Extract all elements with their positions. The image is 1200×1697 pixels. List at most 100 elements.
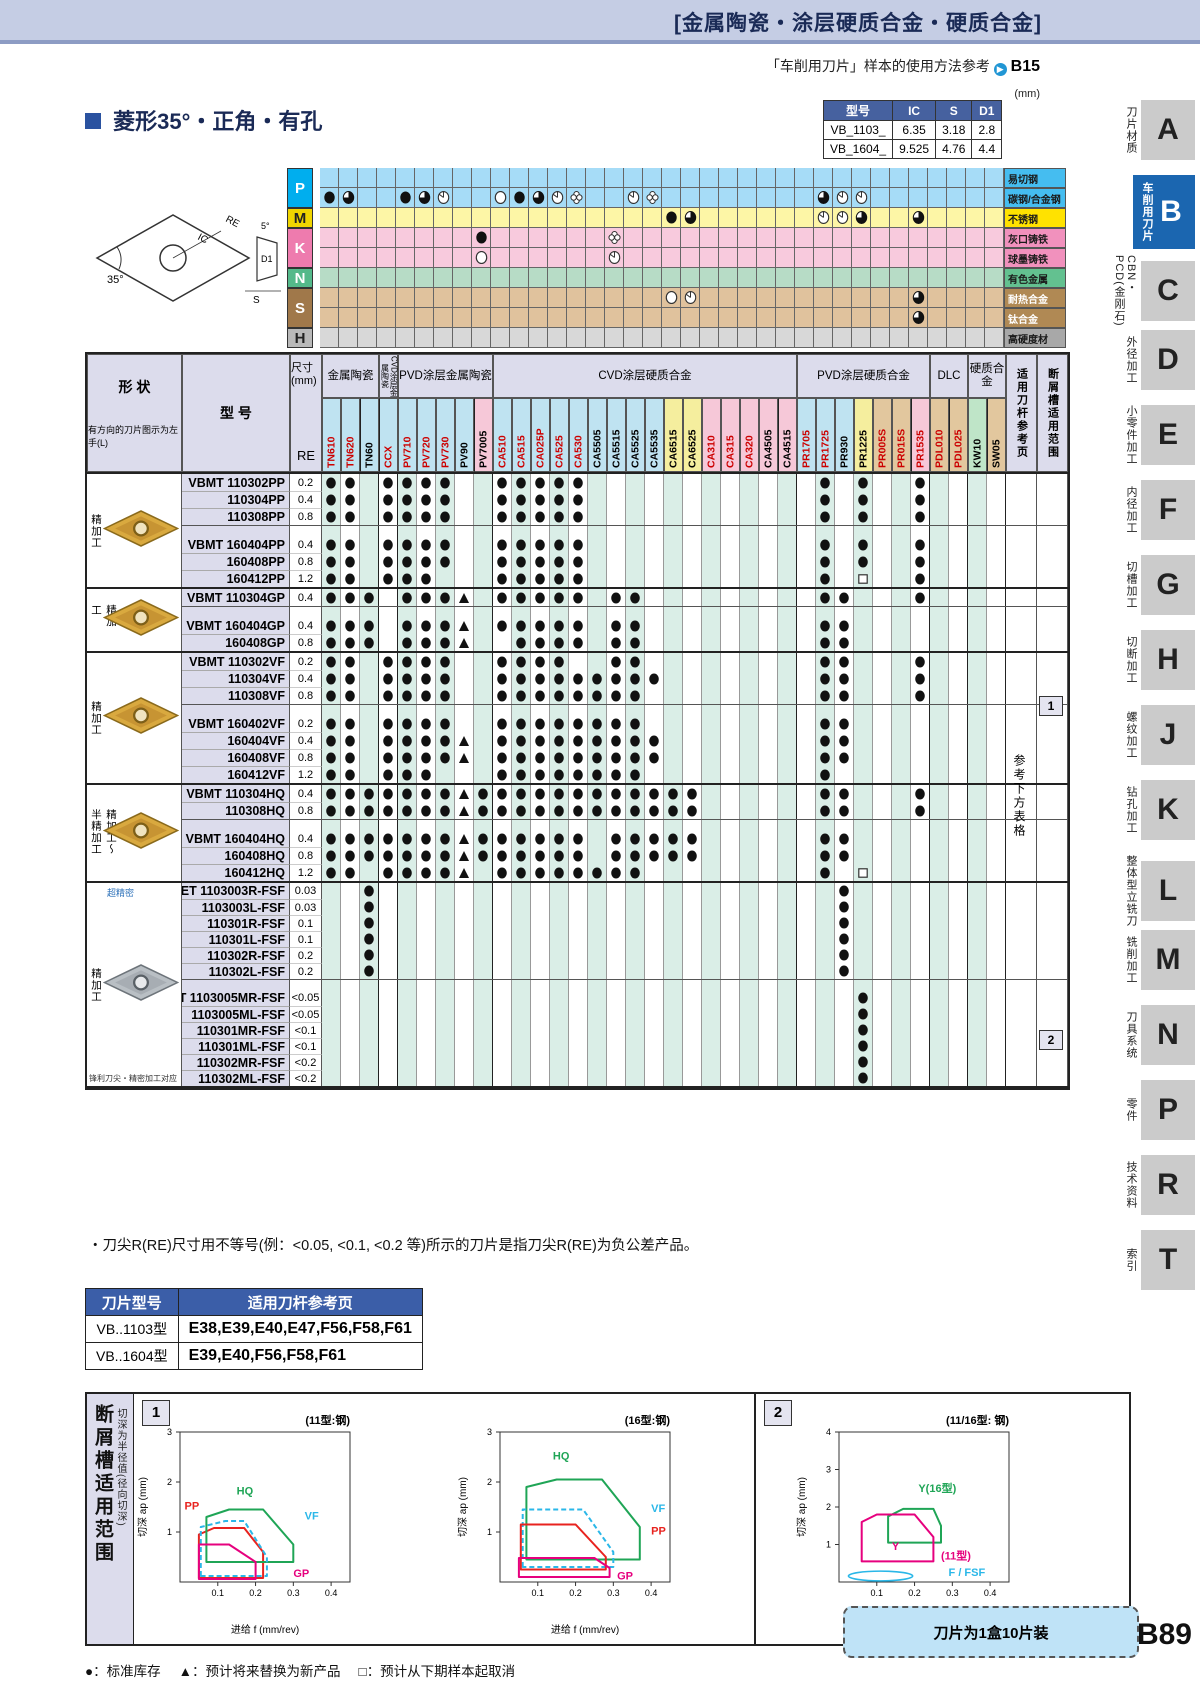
model-name[interactable]: 160408PP	[182, 553, 290, 570]
model-name[interactable]: VBMT 160404PP	[182, 536, 290, 553]
model-name[interactable]: VBMT 160404HQ	[182, 830, 290, 847]
mark-F	[649, 804, 659, 817]
sidebar-tab-L[interactable]: 整体型立铣刀 L	[1125, 855, 1195, 927]
model-name[interactable]: 110301MR-FSF	[182, 1022, 290, 1038]
model-name[interactable]: VBET 1103003R-FSF	[163, 883, 290, 899]
holder-pages[interactable]: E39,E40,F56,F58,F61	[177, 1342, 423, 1370]
model-name[interactable]: VBMT 160404GP	[182, 617, 290, 634]
model-name[interactable]: VBMT 110302PP	[182, 474, 290, 491]
model-name[interactable]: 110308HQ	[182, 802, 290, 819]
grade-cell	[360, 715, 379, 732]
grade-cell	[797, 653, 816, 670]
tab-label: 外径加工	[1125, 336, 1137, 384]
model-name[interactable]: 110301ML-FSF	[182, 1038, 290, 1054]
grade-cell	[398, 1054, 417, 1070]
sidebar-tab-N[interactable]: 刀具系统 N	[1125, 1005, 1195, 1065]
model-name[interactable]: 1103005ML-FSF	[182, 1006, 290, 1022]
grade-cell	[759, 653, 778, 670]
sidebar-tab-H[interactable]: 切断加工 H	[1125, 630, 1195, 690]
band-cell	[757, 228, 776, 248]
sidebar-tab-J[interactable]: 螺纹加工 J	[1125, 705, 1195, 765]
model-name[interactable]: 160412HQ	[182, 864, 290, 881]
grade-cell	[911, 990, 930, 1006]
grade-cell	[531, 749, 550, 766]
grade-cell	[835, 931, 854, 947]
holder-ref-cell	[1006, 847, 1037, 864]
grade-cell	[778, 687, 797, 704]
grade-cell	[759, 963, 778, 979]
sidebar-tab-G[interactable]: 切槽加工 G	[1125, 555, 1195, 615]
holder-pages[interactable]: E38,E39,E40,E47,F56,F58,F61	[177, 1315, 423, 1343]
grade-cell	[816, 915, 835, 931]
model-name[interactable]: 160412PP	[182, 570, 290, 587]
mark-F	[820, 555, 830, 568]
sidebar-tab-C[interactable]: CBN・PCD(金刚石) C	[1113, 255, 1195, 327]
model-name[interactable]: VBMT 160402VF	[182, 715, 290, 732]
mark-F	[535, 591, 545, 604]
sidebar-tab-P[interactable]: 零件 P	[1125, 1080, 1195, 1140]
grade-cell	[702, 1022, 721, 1038]
grade-cell	[531, 990, 550, 1006]
grade-cell	[664, 536, 683, 553]
mark-F	[535, 510, 545, 523]
model-name[interactable]: VBET 1103005MR-FSF	[153, 990, 290, 1006]
model-name[interactable]: VBMT 110304GP	[182, 589, 290, 606]
model-name[interactable]: 110301R-FSF	[182, 915, 290, 931]
sidebar-tab-M[interactable]: 铣削加工 M	[1125, 930, 1195, 990]
grade-cell	[873, 617, 892, 634]
grade-cell	[987, 963, 1006, 979]
model-name[interactable]: VBMT 110304HQ	[182, 785, 290, 802]
model-name[interactable]: 160412VF	[182, 766, 290, 783]
sidebar-tab-D[interactable]: 外径加工 D	[1125, 330, 1195, 390]
model-name[interactable]: 160404VF	[182, 732, 290, 749]
model-name[interactable]: 160408HQ	[182, 847, 290, 864]
re-value: 0.2	[290, 947, 322, 963]
sidebar-tab-T[interactable]: 索引 T	[1125, 1230, 1195, 1290]
grade-cell	[417, 1006, 436, 1022]
grade-cell	[778, 553, 797, 570]
grade-cell	[455, 1006, 474, 1022]
grade-cell	[797, 589, 816, 606]
model-name[interactable]: 110301L-FSF	[182, 931, 290, 947]
sidebar-tab-R[interactable]: 技术资料 R	[1125, 1155, 1195, 1215]
model-name[interactable]: 110304PP	[182, 491, 290, 508]
band-cell	[947, 288, 966, 308]
sidebar-tab-A[interactable]: 刀片材质 A	[1125, 100, 1195, 160]
model-name[interactable]: 110302L-FSF	[182, 963, 290, 979]
grade-cell	[379, 915, 398, 931]
model-name[interactable]: 160408VF	[182, 749, 290, 766]
model-name[interactable]: VBMT 110302VF	[182, 653, 290, 670]
grade-cell	[664, 847, 683, 864]
model-name[interactable]: 110302MR-FSF	[182, 1054, 290, 1070]
grade-cell	[588, 634, 607, 651]
model-name[interactable]: 1103003L-FSF	[182, 899, 290, 915]
grade-cell	[816, 653, 835, 670]
model-name[interactable]: 110308VF	[182, 687, 290, 704]
grade-cell	[569, 785, 588, 802]
sidebar-tab-K[interactable]: 钻孔加工 K	[1125, 780, 1195, 840]
sidebar-tab-B[interactable]: 车削用刀片 B	[1133, 175, 1195, 249]
mark-F	[592, 866, 602, 879]
sidebar-tab-F[interactable]: 内径加工 F	[1125, 480, 1195, 540]
model-name[interactable]: 110302ML-FSF	[182, 1070, 290, 1086]
model-row: 160412VF 1.2	[182, 766, 1068, 783]
grade-header-CA4505: CA4505	[759, 398, 778, 472]
model-name[interactable]: 160408GP	[182, 634, 290, 651]
title-band: [金属陶瓷・涂层硬质合金・硬质合金]	[0, 0, 1200, 44]
model-name[interactable]: 110308PP	[182, 508, 290, 525]
usage-ref[interactable]: B15	[1011, 58, 1040, 75]
band-cell	[719, 228, 738, 248]
model-name[interactable]: 110304VF	[182, 670, 290, 687]
grade-header-SW05: SW05	[987, 398, 1006, 472]
grade-cell	[949, 536, 968, 553]
grade-cell	[645, 1054, 664, 1070]
grade-cell	[455, 536, 474, 553]
grade-cell	[683, 915, 702, 931]
model-name[interactable]: 110302R-FSF	[182, 947, 290, 963]
grade-cell	[702, 1006, 721, 1022]
sidebar-tab-E[interactable]: 小零件加工 E	[1125, 405, 1195, 465]
band-cell	[434, 288, 453, 308]
grade-cell	[341, 963, 360, 979]
grade-cell	[797, 491, 816, 508]
grade-cell	[379, 1054, 398, 1070]
